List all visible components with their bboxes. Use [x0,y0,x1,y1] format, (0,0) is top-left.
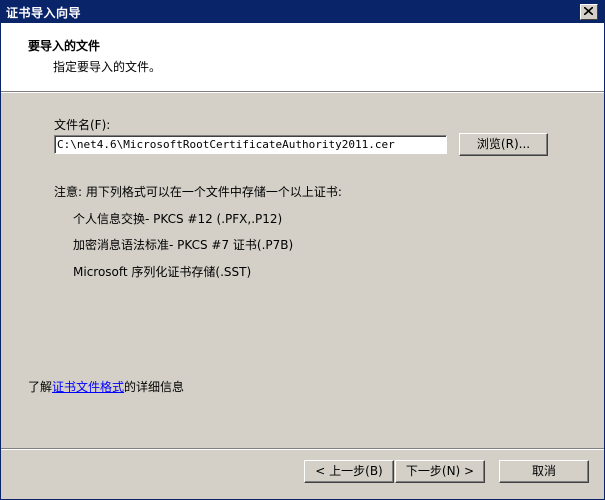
page-title: 要导入的文件 [28,39,101,53]
header-divider [1,91,604,93]
browse-button[interactable]: 浏览(R)... [459,133,548,156]
window-title: 证书导入向导 [6,6,82,20]
format-item-p7b: 加密消息语法标准- PKCS #7 证书(.P7B) [73,238,294,252]
certificate-formats-link[interactable]: 证书文件格式 [52,380,124,394]
close-button[interactable] [580,4,598,20]
format-item-pfx: 个人信息交换- PKCS #12 (.PFX,.P12) [73,212,283,226]
page-subtitle: 指定要导入的文件。 [53,60,162,74]
file-name-label: 文件名(F): [54,118,111,132]
title-bar[interactable]: 证书导入向导 [1,1,604,23]
certificate-import-wizard-window: 证书导入向导 要导入的文件 指定要导入的文件。 文件名(F): C:\net4.… [0,0,605,500]
file-name-input[interactable]: C:\net4.6\MicrosoftRootCertificateAuthor… [54,135,447,154]
formats-note: 注意: 用下列格式可以在一个文件中存储一个以上证书: [54,185,342,199]
cancel-button[interactable]: 取消 [499,460,589,483]
wizard-header: 要导入的文件 指定要导入的文件。 [1,23,604,91]
back-button[interactable]: < 上一步(B) [304,460,394,483]
learn-more-prefix: 了解 [28,380,53,394]
learn-more-suffix: 的详细信息 [124,380,185,394]
format-item-sst: Microsoft 序列化证书存储(.SST) [73,265,252,279]
footer-divider [1,448,604,450]
next-button[interactable]: 下一步(N) > [395,460,485,483]
learn-more-text: 了解证书文件格式的详细信息 [28,378,184,395]
close-icon [584,7,593,15]
